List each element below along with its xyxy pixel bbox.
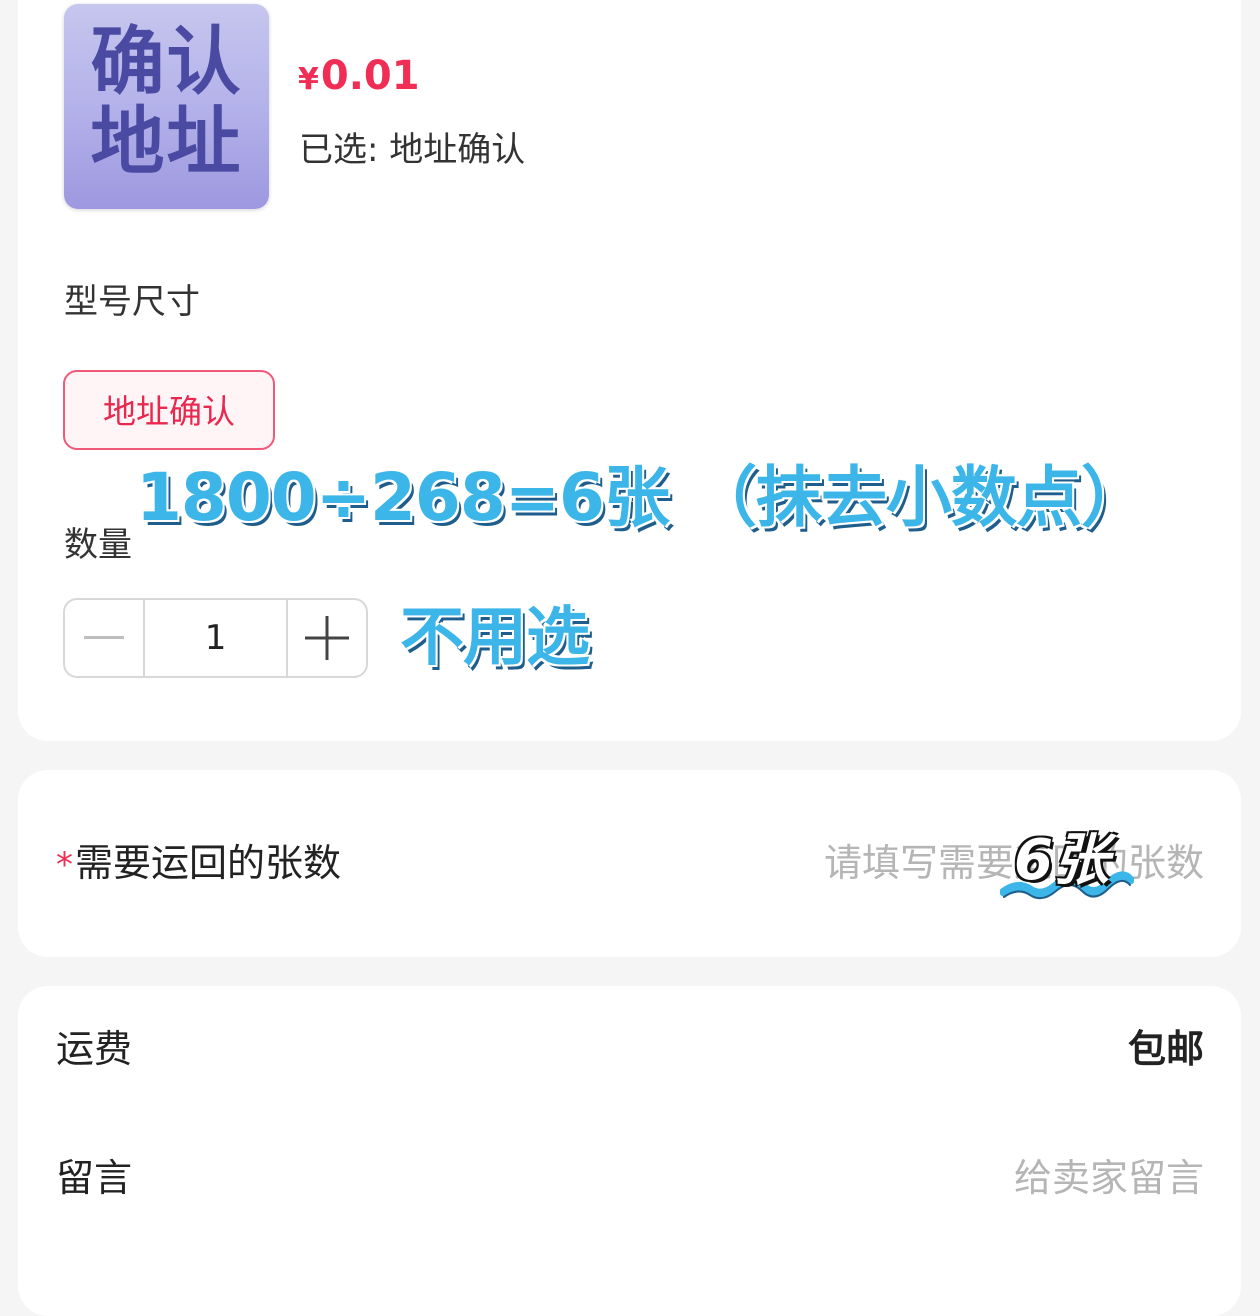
- thumbnail-text: 确认 地址: [64, 22, 269, 182]
- annotation-formula: 1800÷268=6张 （抹去小数点）: [136, 459, 1147, 536]
- annotation-sheets-value: 6张: [1000, 826, 1140, 906]
- message-input[interactable]: [704, 1154, 1204, 1202]
- increment-button[interactable]: [288, 600, 366, 676]
- quantity-label: 数量: [64, 525, 132, 565]
- spec-option-address-confirm[interactable]: 地址确认: [63, 370, 275, 450]
- quantity-value[interactable]: 1: [143, 600, 288, 676]
- spec-label: 型号尺寸: [64, 282, 200, 322]
- currency-symbol: ¥: [298, 62, 319, 97]
- plus-icon: [304, 616, 349, 660]
- quantity-stepper: 1: [63, 598, 368, 678]
- selected-variant-text: 已选: 地址确认: [299, 130, 526, 170]
- price-value: 0.01: [320, 53, 420, 99]
- price: ¥0.01: [298, 52, 420, 104]
- required-mark: *: [56, 845, 73, 885]
- message-label: 留言: [56, 1156, 133, 1200]
- sheets-to-return-text: 需要运回的张数: [75, 841, 342, 885]
- thumbnail-line-2: 地址: [90, 99, 243, 185]
- product-thumbnail[interactable]: 确认 地址: [64, 4, 269, 209]
- annotation-no-need-to-select: 不用选: [400, 601, 590, 675]
- thumbnail-line-1: 确认: [90, 19, 243, 105]
- order-info-card: [18, 986, 1241, 1316]
- sheets-to-return-label: *需要运回的张数: [56, 839, 341, 889]
- shipping-value: 包邮: [1127, 1027, 1204, 1071]
- decrement-button[interactable]: [65, 600, 143, 676]
- minus-icon: [84, 636, 125, 639]
- annotation-sheets-text: 6张: [1014, 828, 1109, 893]
- shipping-label: 运费: [56, 1027, 133, 1071]
